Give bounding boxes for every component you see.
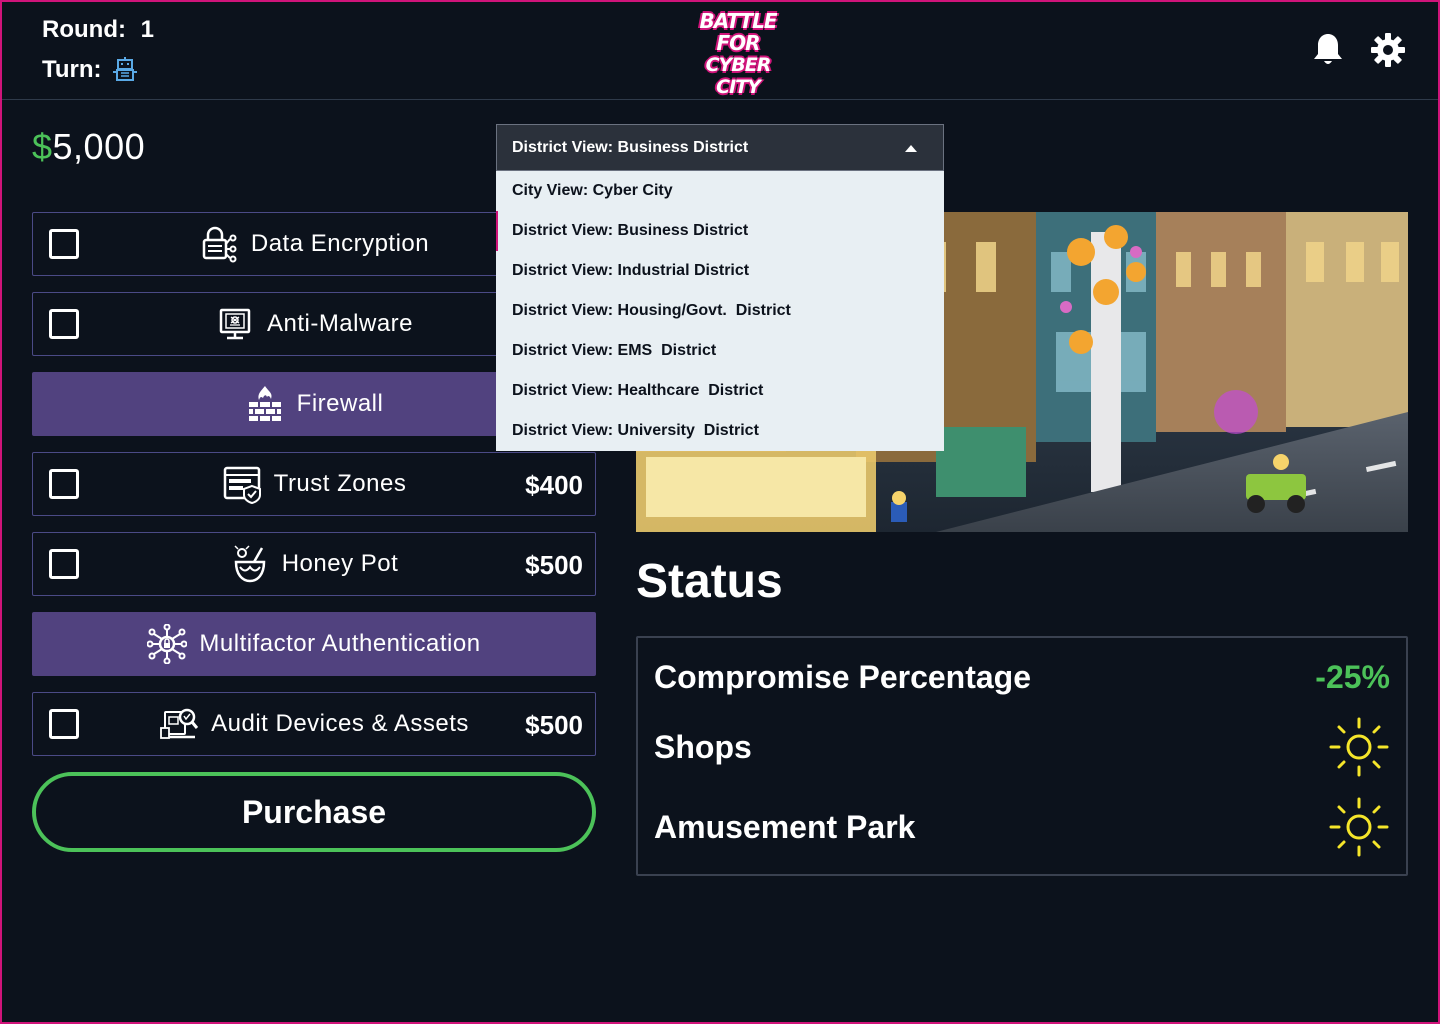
item-label: Data Encryption [250,230,430,257]
dropdown-options: City View: Cyber City District View: Bus… [496,171,944,451]
status-panel: Compromise Percentage -25% Shops Amuseme… [636,636,1408,876]
dropdown-option-ems-district[interactable]: District View: EMS District [496,331,944,371]
audit-devices-icon [160,708,199,739]
defense-item-audit-devices[interactable]: Audit Devices & Assets $500 [32,692,596,756]
logo-line-2: FOR [716,31,760,55]
defense-item-honey-pot[interactable]: Honey Pot $500 [32,532,596,596]
item-price: $500 [525,550,583,580]
round-label: Round: [42,16,126,43]
item-label: Trust Zones [273,470,407,497]
compromise-row: Compromise Percentage -25% [654,652,1390,702]
dropdown-option-healthcare-district[interactable]: District View: Healthcare District [496,371,944,411]
logo-line-1: BATTLE [699,9,778,33]
status-row-label: Amusement Park [654,808,916,845]
sun-icon [1329,717,1389,777]
item-label: Audit Devices & Assets [211,710,469,737]
dropdown-option-business-district[interactable]: District View: Business District [496,211,944,251]
trust-zones-icon [223,466,261,504]
robot-icon [112,57,137,81]
encryption-lock-icon [202,226,237,263]
item-price: $400 [525,470,583,500]
turn-indicator: Turn: [42,56,138,84]
gear-icon[interactable] [1370,32,1406,68]
item-label: Firewall [296,390,384,417]
item-price: $500 [525,710,583,740]
chevron-up-icon[interactable] [905,145,917,152]
sun-icon [1329,797,1389,857]
bell-icon[interactable] [1312,32,1344,68]
turn-label: Turn: [42,56,102,83]
defense-item-multifactor-authentication[interactable]: Multifactor Authentication [32,612,596,676]
budget-amount: 5,000 [52,126,146,167]
dropdown-option-industrial-district[interactable]: District View: Industrial District [496,251,944,291]
district-view-dropdown[interactable]: District View: Business District City Vi… [496,124,944,451]
multifactor-network-icon [147,624,188,664]
status-title: Status [636,555,783,608]
compromise-label: Compromise Percentage [654,658,1032,695]
dropdown-current-value: District View: Business District [512,138,749,156]
status-row-amusement-park: Amusement Park [654,797,1390,857]
dropdown-option-university-district[interactable]: District View: University District [496,411,944,451]
item-label: Multifactor Authentication [199,630,481,657]
dropdown-option-city-view[interactable]: City View: Cyber City [496,171,944,211]
battle-for-cyber-city-logo: BATTLE FOR CYBER CITY [688,9,788,98]
budget-display: $5,000 [32,126,145,168]
top-bar: Round: 1 Turn: BATTLE FOR CYBER CITY [0,0,1440,100]
item-label: Anti-Malware [266,310,414,337]
currency-symbol: $ [32,126,53,167]
compromise-value: -25% [1315,658,1390,695]
item-label: Honey Pot [281,550,399,577]
dropdown-selected[interactable]: District View: Business District [496,124,944,171]
status-row-shops: Shops [654,717,1390,777]
defense-item-trust-zones[interactable]: Trust Zones $400 [32,452,596,516]
status-row-label: Shops [654,728,752,765]
purchase-button[interactable]: Purchase [32,772,596,852]
round-indicator: Round: 1 [42,16,154,44]
firewall-icon [248,386,281,421]
anti-malware-monitor-icon [219,308,251,340]
logo-line-3: CYBER CITY [705,54,772,98]
honey-pot-icon [234,545,265,583]
dropdown-option-housing-govt-district[interactable]: District View: Housing/Govt. District [496,291,944,331]
round-value: 1 [140,16,154,43]
